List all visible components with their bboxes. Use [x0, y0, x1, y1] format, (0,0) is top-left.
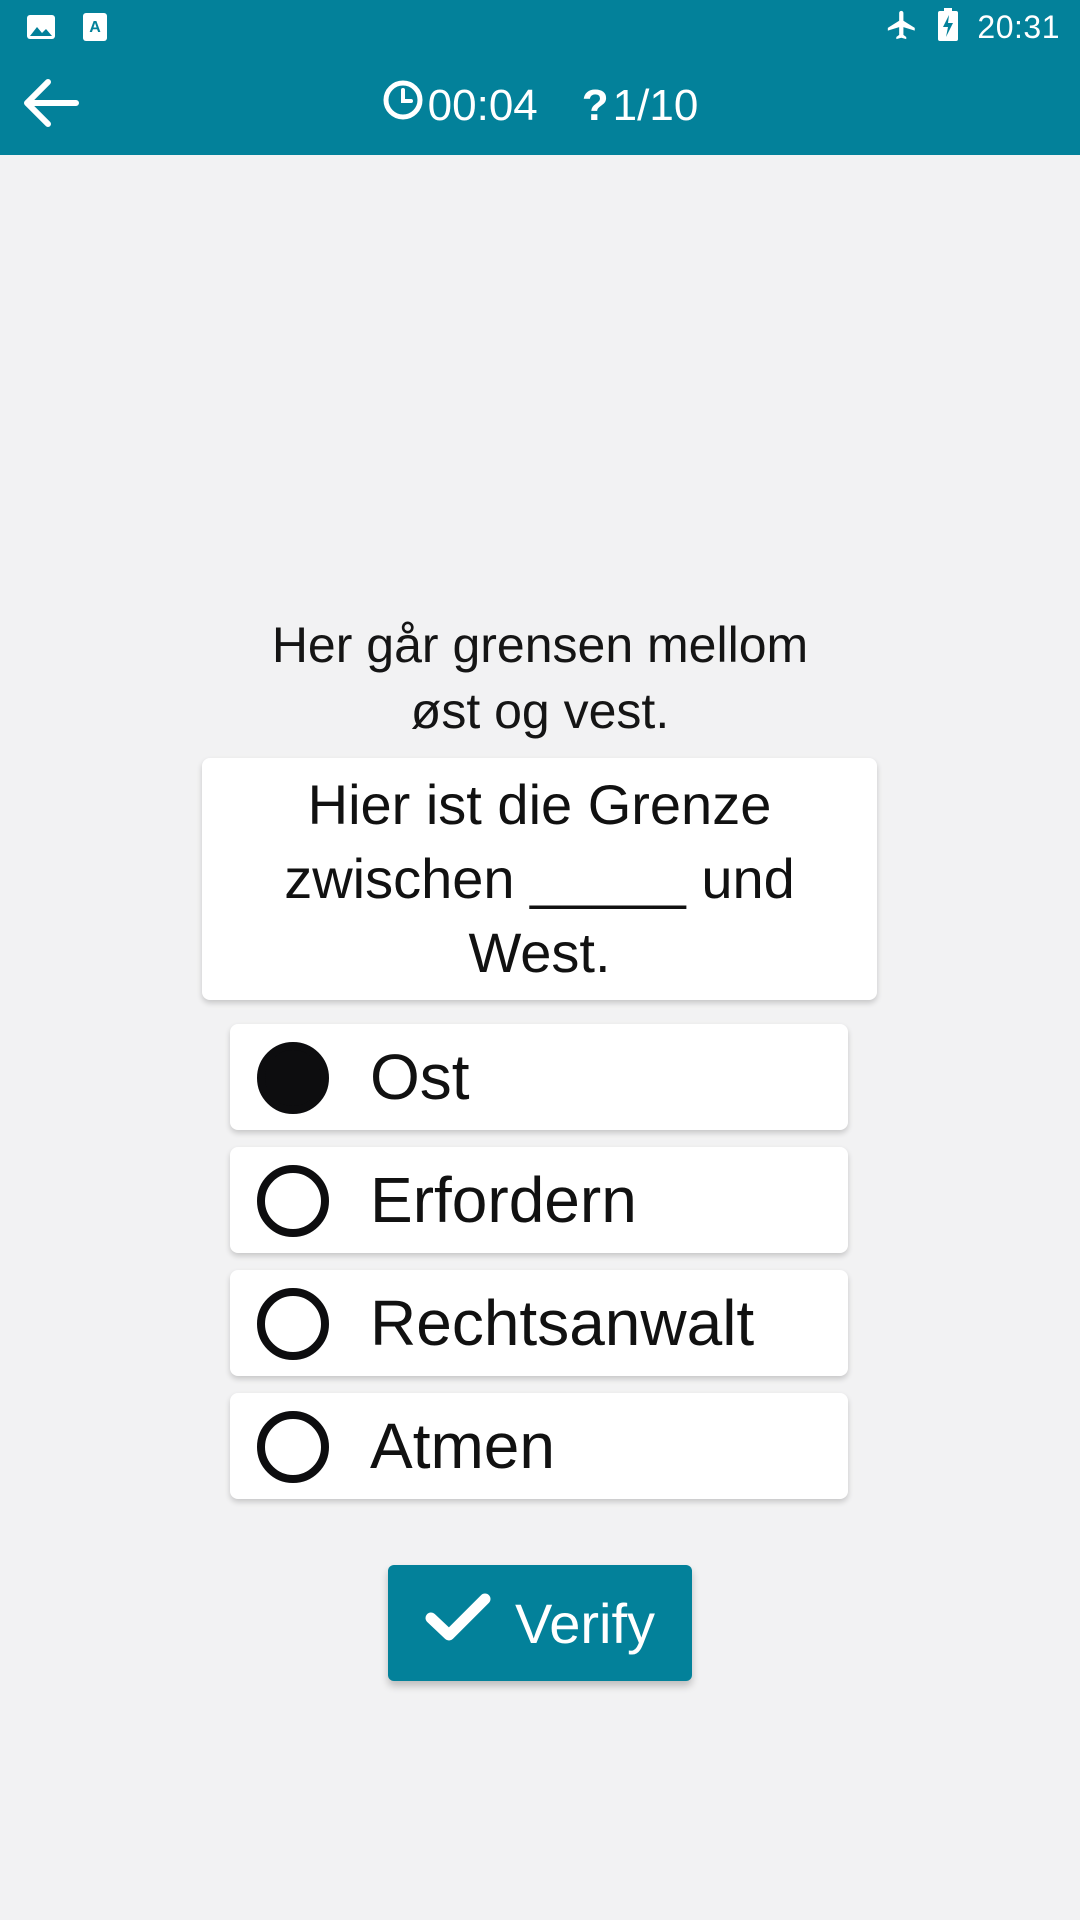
card-line: Hier ist die Grenze — [307, 773, 772, 836]
timer-value: 00:04 — [427, 80, 538, 130]
verify-button[interactable]: Verify — [388, 1565, 692, 1681]
clock-icon — [382, 79, 424, 132]
question-prompt: Her går grensen mellom øst og vest. — [140, 612, 940, 744]
app-bar: 00:04 ? 1/10 — [0, 56, 1080, 155]
status-time: 20:31 — [977, 9, 1060, 45]
text-a-icon: A — [82, 12, 108, 47]
timer: 00:04 — [382, 79, 538, 132]
check-icon — [425, 1591, 491, 1656]
svg-text:A: A — [89, 19, 101, 36]
progress-value: 1/10 — [612, 80, 699, 130]
card-line: West. — [468, 921, 611, 984]
option-label: Rechtsanwalt — [370, 1287, 755, 1359]
question-progress: ? 1/10 — [582, 81, 699, 131]
verify-label: Verify — [514, 1591, 656, 1655]
option-ost[interactable]: Ost — [230, 1024, 848, 1130]
prompt-line: øst og vest. — [410, 683, 670, 739]
option-erfordern[interactable]: Erfordern — [230, 1147, 848, 1253]
card-line: zwischen _____ und — [284, 847, 795, 910]
option-atmen[interactable]: Atmen — [230, 1393, 848, 1499]
option-label: Erfordern — [370, 1164, 637, 1236]
option-label: Atmen — [370, 1410, 555, 1482]
option-label: Ost — [370, 1041, 470, 1113]
radio-button[interactable] — [257, 1042, 329, 1114]
option-rechtsanwalt[interactable]: Rechtsanwalt — [230, 1270, 848, 1376]
question-card: Hier ist die Grenze zwischen _____ und W… — [202, 758, 877, 1000]
battery-charging-icon — [937, 8, 959, 47]
prompt-line: Her går grensen mellom — [271, 617, 809, 673]
airplane-icon — [885, 8, 919, 47]
radio-button[interactable] — [257, 1165, 329, 1237]
radio-button[interactable] — [257, 1411, 329, 1483]
question-mark-icon: ? — [581, 80, 609, 130]
image-icon — [26, 12, 56, 47]
status-bar: A 20:31 — [0, 0, 1080, 56]
radio-button[interactable] — [257, 1288, 329, 1360]
